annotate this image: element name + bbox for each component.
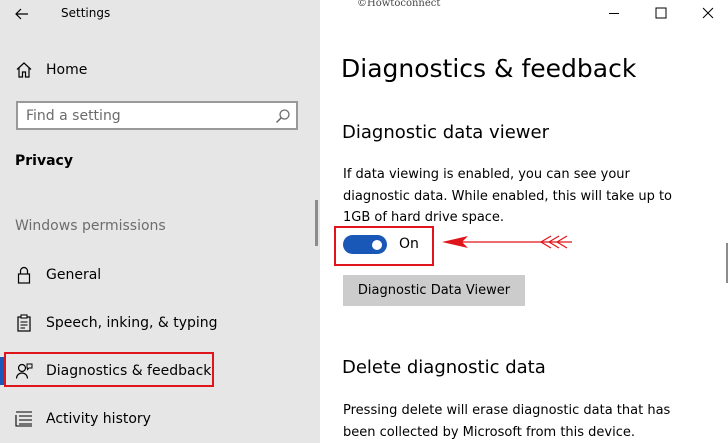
close-button[interactable]	[698, 3, 718, 23]
diagnostic-data-viewer-button[interactable]: Diagnostic Data Viewer	[343, 275, 525, 306]
sidebar-item-label: Activity history	[46, 411, 151, 427]
sidebar-item-general[interactable]: General	[0, 257, 316, 293]
sidebar-item-label: Speech, inking, & typing	[46, 315, 218, 331]
settings-sidebar: Settings Home Privacy Windows permission…	[0, 0, 320, 443]
sidebar-item-label: General	[46, 267, 102, 283]
search-box[interactable]	[16, 101, 298, 130]
sidebar-scrollbar[interactable]	[315, 200, 318, 246]
section-title: Privacy	[15, 153, 73, 169]
minimize-icon	[609, 13, 619, 14]
sidebar-item-activity-history[interactable]: Activity history	[0, 401, 316, 437]
back-arrow-icon	[15, 8, 28, 20]
search-input[interactable]	[26, 106, 266, 126]
section-heading-viewer: Diagnostic data viewer	[342, 122, 549, 143]
sidebar-item-label: Home	[46, 62, 88, 78]
highlight-box	[4, 352, 214, 387]
toggle-state-label: On	[399, 236, 419, 252]
search-icon[interactable]	[275, 108, 291, 124]
pointer-arrow-icon	[442, 235, 572, 249]
clipboard-icon	[14, 313, 34, 333]
section-heading-delete: Delete diagnostic data	[342, 357, 546, 378]
back-button[interactable]	[8, 2, 36, 26]
sidebar-item-home[interactable]: Home	[0, 52, 316, 88]
lock-icon	[14, 265, 34, 285]
app-title: Settings	[61, 6, 111, 20]
delete-description: Pressing delete will erase diagnostic da…	[343, 403, 671, 440]
close-icon	[702, 7, 714, 19]
sidebar-item-speech[interactable]: Speech, inking, & typing	[0, 305, 316, 341]
watermark: ©Howtoconnect	[357, 0, 441, 9]
page-title: Diagnostics & feedback	[341, 54, 637, 83]
data-viewing-toggle[interactable]	[343, 235, 387, 254]
minimize-button[interactable]	[604, 3, 624, 23]
maximize-icon	[655, 7, 667, 19]
activity-list-icon	[14, 409, 34, 429]
toggle-knob	[372, 239, 382, 250]
maximize-button[interactable]	[651, 3, 671, 23]
group-label: Windows permissions	[15, 218, 166, 234]
home-icon	[14, 60, 34, 80]
main-content: ©Howtoconnect Diagnostics & feedback Dia…	[320, 0, 728, 443]
viewer-description: If data viewing is enabled, you can see …	[343, 167, 672, 225]
